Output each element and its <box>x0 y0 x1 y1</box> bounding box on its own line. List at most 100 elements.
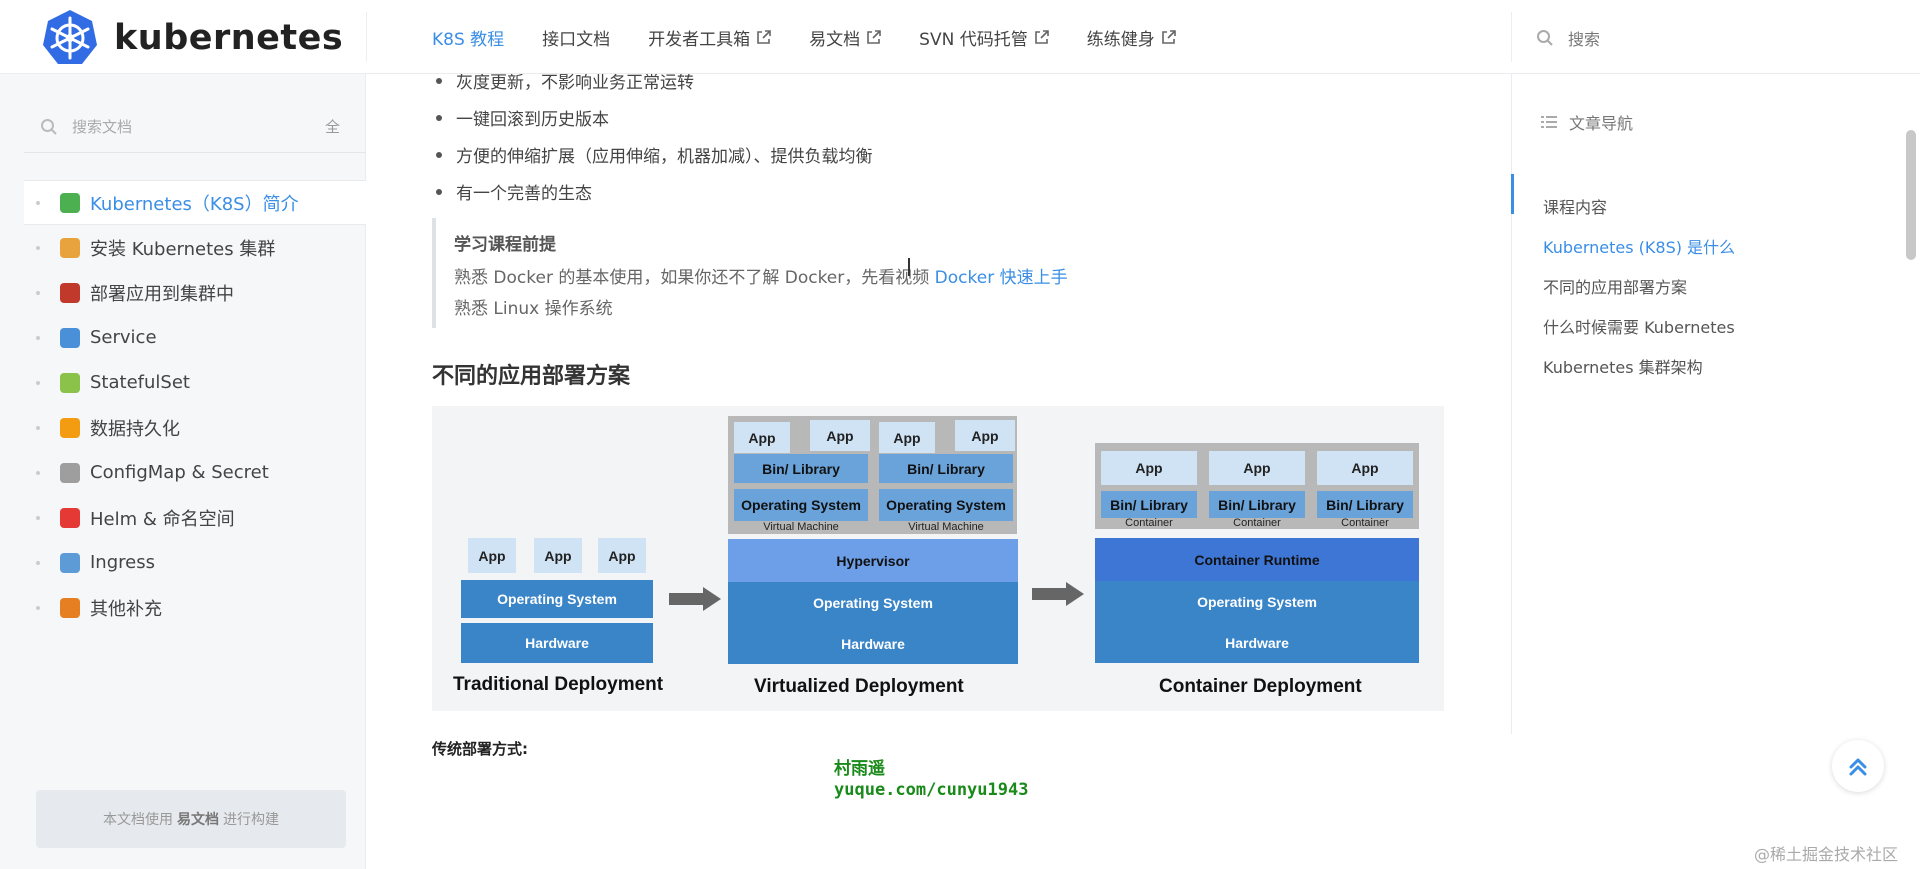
sidebar-item[interactable]: StatefulSet <box>24 360 366 405</box>
container-runtime-box: Container Runtime <box>1095 538 1419 581</box>
toc-item[interactable]: 什么时候需要 Kubernetes <box>1543 314 1735 338</box>
mango-icon <box>60 372 80 393</box>
nav-item[interactable]: SVN 代码托管 <box>919 25 1049 50</box>
app-box: App <box>955 420 1015 451</box>
sidebar-item[interactable]: ConfigMap & Secret <box>24 450 366 495</box>
os-box: Operating System <box>728 582 1018 624</box>
note-line: 熟悉 Docker 的基本使用，如果你还不了解 Docker，先看视频 Dock… <box>454 263 1442 294</box>
sidebar-menu: Kubernetes（K8S）简介安装 Kubernetes 集群部署应用到集群… <box>24 180 366 630</box>
container-label: Container <box>1341 517 1389 529</box>
toc-item[interactable]: 不同的应用部署方案 <box>1543 274 1687 298</box>
watermark-url: yuque.com/cunyu1943 <box>834 780 1029 800</box>
external-link-icon <box>757 29 771 44</box>
hardware-box: Hardware <box>461 623 653 663</box>
search-scope-toggle[interactable]: 全 <box>325 116 340 137</box>
bin-library-box: Bin/ Library <box>1101 491 1197 518</box>
bullet-dot <box>36 380 40 385</box>
os-box: Operating System <box>461 580 653 618</box>
sidebar-item[interactable]: 部署应用到集群中 <box>24 270 366 315</box>
sidebar-item-label: Helm & 命名空间 <box>90 508 235 530</box>
hypervisor-box: Hypervisor <box>728 539 1018 582</box>
container-caption: Container Deployment <box>1159 676 1362 697</box>
nav-item-label: K8S 教程 <box>432 29 505 50</box>
sidebar-item[interactable]: Kubernetes（K8S）简介 <box>24 180 366 225</box>
sidebar-divider <box>24 152 366 153</box>
bullet-dot <box>36 470 40 475</box>
toc-item[interactable]: Kubernetes 集群架构 <box>1543 354 1703 378</box>
arrow-right-icon <box>1032 582 1084 606</box>
vm-label: Virtual Machine <box>763 521 839 533</box>
app-box: App <box>598 538 646 573</box>
sidebar-item[interactable]: Service <box>24 315 366 360</box>
sidebar-item[interactable]: Ingress <box>24 540 366 585</box>
sidebar-item-label: 数据持久化 <box>90 418 180 440</box>
nav-item[interactable]: 接口文档 <box>542 25 610 50</box>
logo[interactable]: kubernetes <box>40 8 343 68</box>
guest-os-box: Operating System <box>879 489 1013 521</box>
doc-search-input[interactable]: 搜索文档 全 <box>40 116 340 137</box>
virtualized-caption: Virtualized Deployment <box>754 676 964 697</box>
external-link-icon <box>867 29 881 44</box>
shield-icon <box>60 417 80 438</box>
disc-icon <box>60 237 80 258</box>
bullet-dot <box>36 335 40 340</box>
back-to-top-button[interactable] <box>1832 740 1884 792</box>
watermark-name: 村雨遥 <box>834 759 885 779</box>
sidebar-item-label: Service <box>90 327 157 348</box>
page-scrollbar[interactable] <box>1906 130 1916 260</box>
bullet-dot <box>36 290 40 295</box>
subsection-heading: 传统部署方式: <box>432 740 528 758</box>
party-icon <box>60 597 80 618</box>
sidebar-item[interactable]: 数据持久化 <box>24 405 366 450</box>
footer-prefix: 本文档使用 <box>103 812 173 828</box>
header-divider <box>1511 12 1512 62</box>
sidebar-item-label: ConfigMap & Secret <box>90 462 269 483</box>
sidebar-item-label: 安装 Kubernetes 集群 <box>90 238 276 260</box>
bullet-dot <box>36 200 40 205</box>
sidebar-item[interactable]: 安装 Kubernetes 集群 <box>24 225 366 270</box>
traditional-caption: Traditional Deployment <box>453 674 664 695</box>
docker-tutorial-link[interactable]: Docker 快速上手 <box>935 268 1068 288</box>
app-box: App <box>879 422 935 453</box>
books-icon <box>60 192 80 213</box>
app-box: App <box>810 420 870 451</box>
external-link-icon <box>1034 29 1049 44</box>
built-with-badge[interactable]: 本文档使用 易文档 进行构建 <box>36 790 346 848</box>
search-label: 搜索 <box>1568 30 1601 49</box>
nav-item[interactable]: 易文档 <box>809 25 881 50</box>
app-box: App <box>734 422 790 453</box>
external-link-icon <box>1161 29 1176 44</box>
nav-item[interactable]: 练练健身 <box>1087 25 1176 50</box>
vm-label: Virtual Machine <box>908 521 984 533</box>
sidebar: 搜索文档 全 Kubernetes（K8S）简介安装 Kubernetes 集群… <box>0 74 366 869</box>
app-box: App <box>1209 451 1305 485</box>
bullet-dot <box>36 605 40 610</box>
app-box: App <box>1317 451 1413 485</box>
footer-suffix: 进行构建 <box>223 812 279 828</box>
sidebar-item[interactable]: 其他补充 <box>24 585 366 630</box>
app-box: App <box>534 538 582 573</box>
bullet-dot <box>36 515 40 520</box>
airplane-icon <box>60 552 80 573</box>
nav-item[interactable]: 开发者工具箱 <box>648 25 771 50</box>
nav-item-label: SVN 代码托管 <box>919 29 1028 50</box>
factory-icon <box>60 282 80 303</box>
app-box: App <box>1101 451 1197 485</box>
bullet-dot <box>36 425 40 430</box>
masks-icon <box>60 327 80 348</box>
list-item: 方便的伸缩扩展（应用伸缩，机器加减）、提供负载均衡 <box>436 136 873 173</box>
toc-title: 文章导航 <box>1541 110 1633 134</box>
hardware-box: Hardware <box>1095 623 1419 663</box>
bin-library-box: Bin/ Library <box>734 454 868 483</box>
doc-search-placeholder: 搜索文档 <box>72 118 133 136</box>
top-nav: K8S 教程 接口文档 开发者工具箱 易文档 SVN 代码托管 练练健身 <box>432 0 1214 74</box>
toc-item[interactable]: 课程内容 <box>1543 194 1607 218</box>
deployment-diagram: App App App Operating System Hardware Tr… <box>432 406 1444 711</box>
sidebar-item[interactable]: Helm & 命名空间 <box>24 495 366 540</box>
section-heading: 不同的应用部署方案 <box>432 364 631 389</box>
top-search[interactable]: 搜索 <box>1536 26 1600 50</box>
toc-item[interactable]: Kubernetes (K8S) 是什么 <box>1543 234 1735 258</box>
nav-item[interactable]: K8S 教程 <box>432 25 504 50</box>
nav-item-label: 开发者工具箱 <box>648 29 751 50</box>
toc-active-indicator <box>1511 174 1514 214</box>
